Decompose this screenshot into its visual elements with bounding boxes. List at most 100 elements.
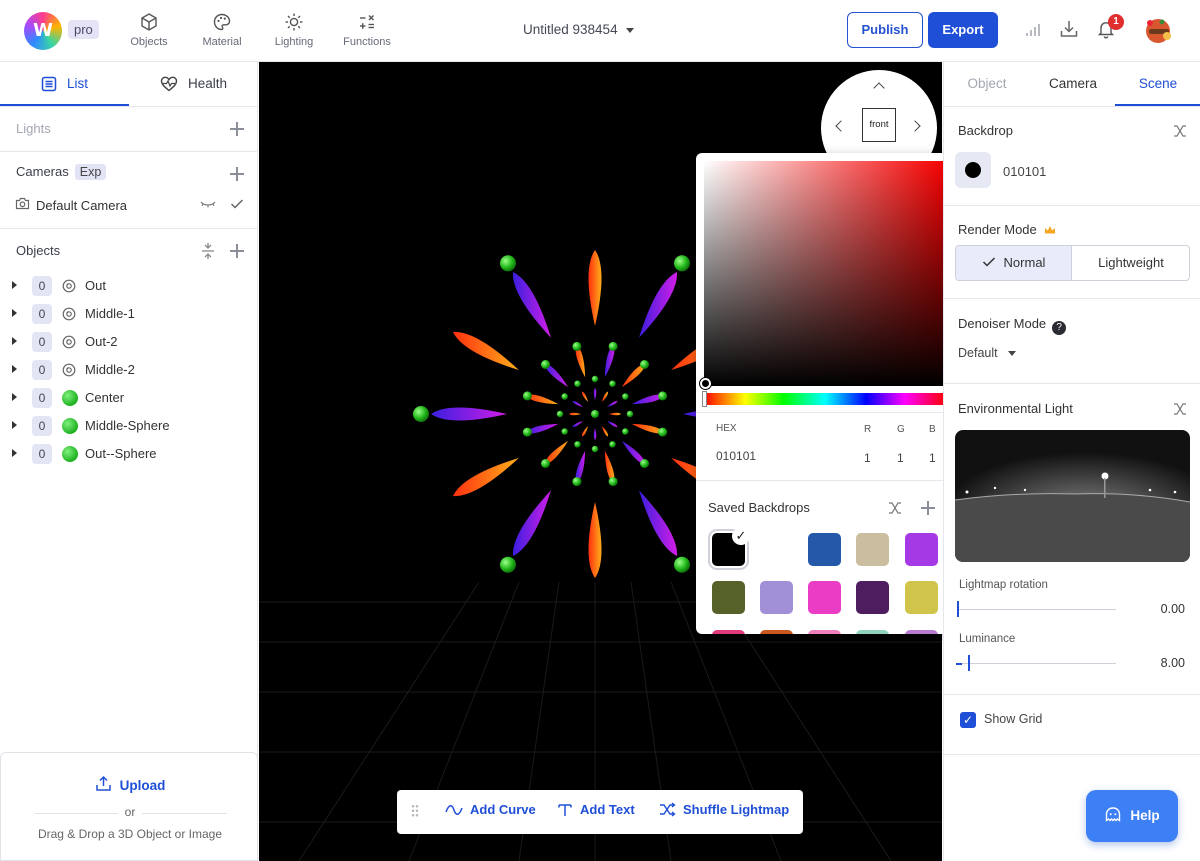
tab-camera[interactable]: Camera bbox=[1030, 62, 1116, 106]
denoiser-label: Denoiser Mode bbox=[958, 316, 1047, 331]
shuffle-lightmap-button[interactable]: Shuffle Lightmap bbox=[659, 802, 789, 817]
add-curve-button[interactable]: Add Curve bbox=[445, 802, 536, 817]
tab-object[interactable]: Object bbox=[944, 62, 1030, 106]
backdrop-swatch[interactable] bbox=[905, 630, 938, 634]
upload-dropzone[interactable]: Upload or Drag & Drop a 3D Object or Ima… bbox=[0, 752, 258, 861]
object-row[interactable]: 0 Middle-Sphere bbox=[0, 412, 258, 440]
expand-arrow-icon[interactable] bbox=[12, 281, 17, 289]
luminance-slider[interactable] bbox=[958, 663, 1116, 664]
help-button[interactable]: Help bbox=[1086, 790, 1178, 842]
backdrop-swatch[interactable] bbox=[856, 581, 889, 614]
download-icon[interactable] bbox=[1058, 18, 1080, 40]
chevron-left-icon[interactable] bbox=[835, 120, 847, 132]
check-icon bbox=[982, 257, 995, 267]
hue-slider-handle[interactable] bbox=[702, 391, 707, 407]
nav-lighting[interactable]: Lighting bbox=[258, 10, 330, 48]
shuffle-icon[interactable] bbox=[1173, 124, 1187, 138]
object-row[interactable]: 0 Out--Sphere bbox=[0, 440, 258, 468]
backdrop-swatch[interactable] bbox=[808, 533, 841, 566]
backdrop-hex-value[interactable]: 010101 bbox=[1003, 164, 1046, 179]
backdrop-swatch[interactable] bbox=[760, 630, 793, 634]
upload-button[interactable]: Upload bbox=[1, 775, 259, 793]
nav-objects[interactable]: Objects bbox=[113, 10, 185, 48]
environment-lightmap-preview[interactable] bbox=[955, 430, 1190, 562]
backdrop-swatch[interactable] bbox=[856, 630, 889, 634]
firework-sphere bbox=[622, 393, 629, 400]
backdrop-swatch[interactable] bbox=[808, 581, 841, 614]
expand-arrow-icon[interactable] bbox=[12, 393, 17, 401]
r-input[interactable]: 1 bbox=[864, 451, 871, 465]
help-label: Help bbox=[1130, 808, 1160, 823]
add-light-icon[interactable] bbox=[230, 122, 244, 136]
user-avatar[interactable] bbox=[1140, 14, 1176, 46]
nav-functions[interactable]: Functions bbox=[331, 10, 403, 48]
object-row[interactable]: 0 Out bbox=[0, 272, 258, 300]
luminance-value[interactable]: 8.00 bbox=[1161, 656, 1185, 670]
nav-material-label: Material bbox=[202, 36, 242, 48]
firework-petal bbox=[593, 388, 597, 400]
expand-arrow-icon[interactable] bbox=[12, 365, 17, 373]
tab-health[interactable]: Health bbox=[129, 62, 258, 106]
backdrop-swatch[interactable] bbox=[856, 533, 889, 566]
tab-scene[interactable]: Scene bbox=[1115, 62, 1200, 106]
document-title[interactable]: Untitled 938454 bbox=[523, 22, 634, 37]
object-row[interactable]: 0 Center bbox=[0, 384, 258, 412]
backdrop-swatch[interactable] bbox=[712, 630, 745, 634]
backdrop-swatch[interactable] bbox=[712, 581, 745, 614]
nav-material[interactable]: Material bbox=[186, 10, 258, 48]
lightmap-rotation-value[interactable]: 0.00 bbox=[1161, 602, 1185, 616]
expand-arrow-icon[interactable] bbox=[12, 449, 17, 457]
firework-petal bbox=[588, 502, 602, 578]
object-row[interactable]: 0 Middle-2 bbox=[0, 356, 258, 384]
chevron-up-icon[interactable] bbox=[873, 82, 885, 94]
luminance-handle[interactable] bbox=[968, 655, 970, 671]
export-button[interactable]: Export bbox=[928, 12, 998, 48]
front-view-face[interactable]: front bbox=[862, 108, 896, 142]
collapse-all-icon[interactable] bbox=[201, 243, 215, 259]
backdrop-swatch[interactable] bbox=[760, 581, 793, 614]
shuffle-icon[interactable] bbox=[1173, 402, 1187, 416]
show-grid-checkbox[interactable]: ✓ bbox=[960, 712, 976, 728]
hex-input[interactable]: 010101 bbox=[716, 449, 756, 463]
g-input[interactable]: 1 bbox=[897, 451, 904, 465]
drag-handle-icon[interactable] bbox=[411, 804, 419, 818]
backdrop-swatch[interactable] bbox=[808, 630, 841, 634]
backdrop-swatch[interactable] bbox=[905, 533, 938, 566]
sphere-icon bbox=[62, 418, 78, 434]
lightmap-rotation-handle[interactable] bbox=[957, 601, 959, 617]
tab-list[interactable]: List bbox=[0, 62, 129, 106]
backdrop-swatch[interactable] bbox=[760, 533, 793, 566]
denoiser-dropdown[interactable]: Default bbox=[958, 346, 1016, 360]
add-camera-icon[interactable] bbox=[230, 167, 244, 181]
saturation-value-area[interactable] bbox=[704, 161, 946, 386]
object-row[interactable]: 0 Middle-1 bbox=[0, 300, 258, 328]
hue-slider[interactable] bbox=[704, 393, 946, 405]
object-row[interactable]: 0 Out-2 bbox=[0, 328, 258, 356]
chevron-right-icon[interactable] bbox=[909, 120, 921, 132]
add-backdrop-icon[interactable] bbox=[921, 501, 935, 515]
shuffle-lightmap-label: Shuffle Lightmap bbox=[683, 802, 790, 817]
expand-arrow-icon[interactable] bbox=[12, 421, 17, 429]
add-text-button[interactable]: Add Text bbox=[557, 802, 635, 817]
backdrop-color-swatch[interactable] bbox=[955, 152, 991, 188]
shuffle-icon[interactable] bbox=[888, 501, 902, 515]
check-icon[interactable] bbox=[230, 198, 244, 210]
eye-closed-icon[interactable] bbox=[200, 200, 216, 208]
sphere-icon bbox=[62, 390, 78, 406]
object-name: Out-2 bbox=[85, 334, 118, 349]
signal-icon[interactable] bbox=[1022, 18, 1044, 40]
render-normal-option[interactable]: Normal bbox=[956, 246, 1072, 280]
lightmap-rotation-slider[interactable] bbox=[958, 609, 1116, 610]
render-lightweight-option[interactable]: Lightweight bbox=[1073, 246, 1189, 280]
firework-sphere bbox=[591, 410, 599, 418]
app-logo[interactable]: W bbox=[24, 12, 62, 50]
b-input[interactable]: 1 bbox=[929, 451, 936, 465]
backdrop-swatch[interactable] bbox=[905, 581, 938, 614]
expand-arrow-icon[interactable] bbox=[12, 309, 17, 317]
color-picker-handle[interactable] bbox=[700, 378, 711, 389]
help-circle-icon[interactable]: ? bbox=[1052, 321, 1067, 335]
add-object-icon[interactable] bbox=[230, 244, 244, 258]
camera-item-default[interactable]: Default Camera bbox=[0, 195, 258, 217]
expand-arrow-icon[interactable] bbox=[12, 337, 17, 345]
publish-button[interactable]: Publish bbox=[847, 12, 923, 48]
